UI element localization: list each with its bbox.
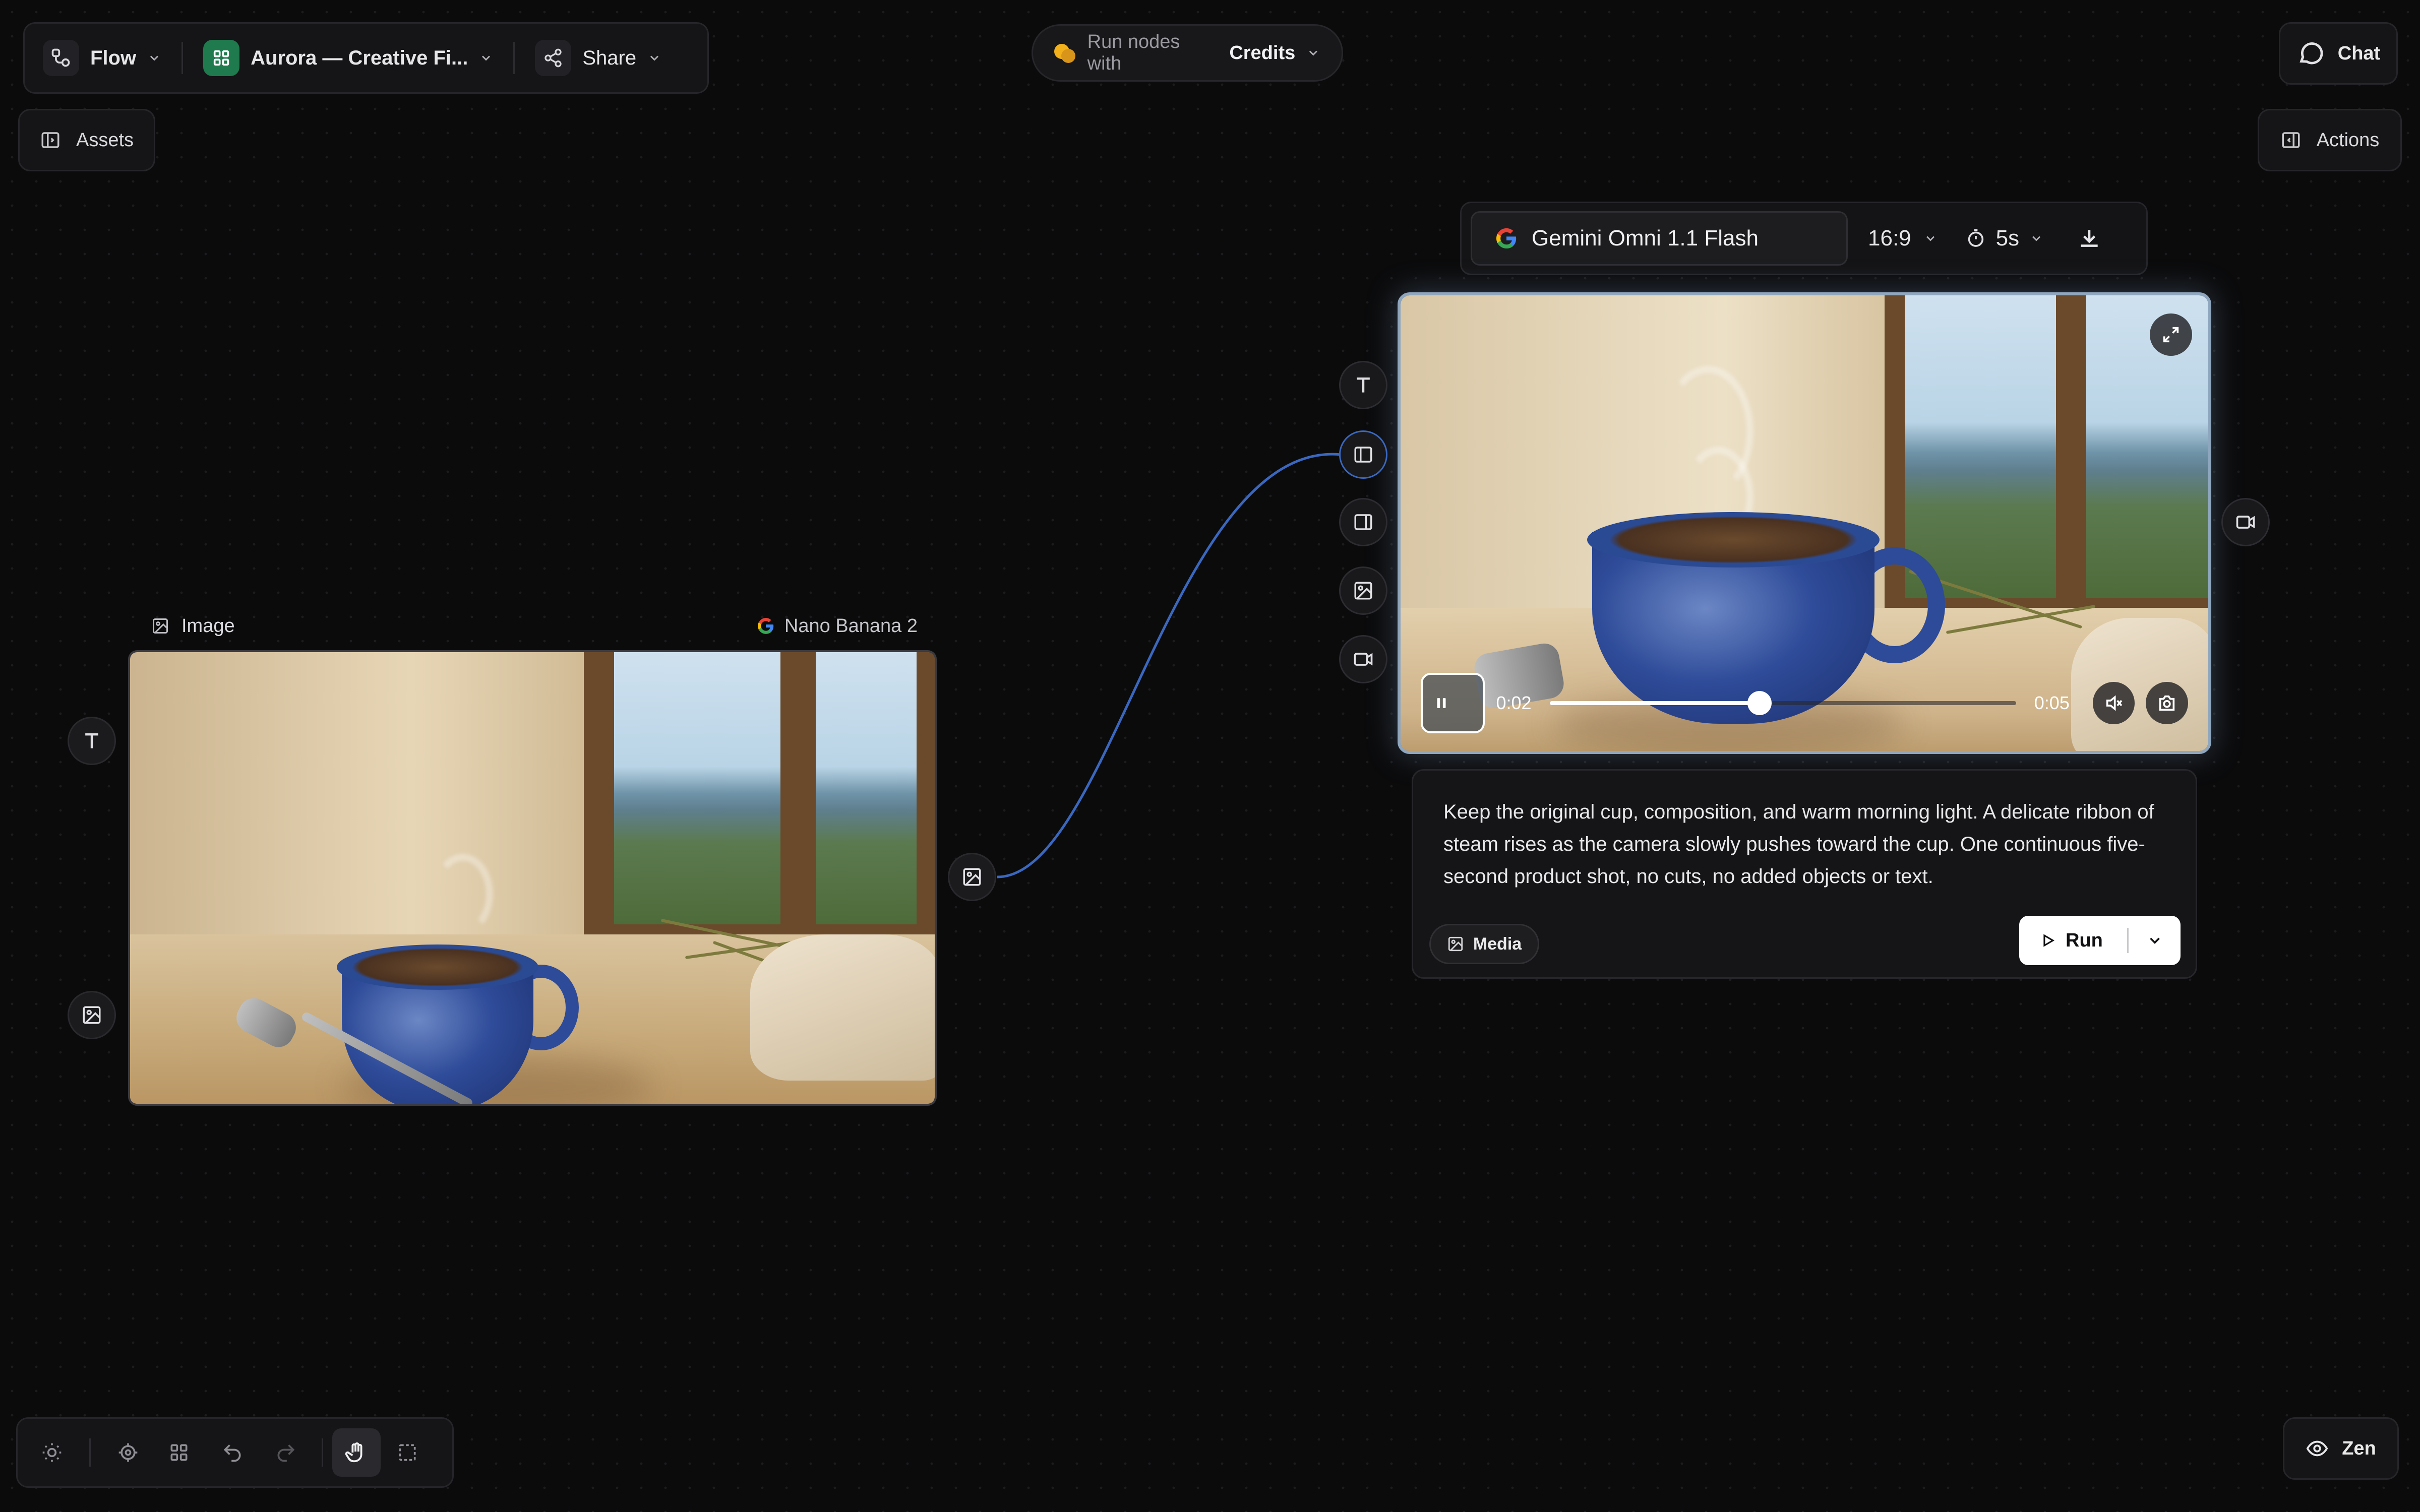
pause-icon	[1437, 698, 1446, 708]
grid-icon	[170, 1444, 188, 1461]
first-frame-port[interactable]	[1339, 430, 1387, 479]
run-button[interactable]: Run	[2019, 930, 2127, 952]
grid-view-button[interactable]	[152, 1428, 206, 1477]
download-icon	[2081, 230, 2098, 247]
model-name: Gemini Omni 1.1 Flash	[1532, 226, 1759, 250]
canvas-toolbar	[16, 1417, 454, 1488]
run-label: Run	[2066, 929, 2103, 951]
image-node-model: Nano Banana 2	[784, 615, 918, 637]
image-icon	[1354, 582, 1372, 600]
undo-button[interactable]	[206, 1428, 259, 1477]
last-frame-port[interactable]	[1339, 498, 1387, 546]
chevron-down-icon	[2149, 937, 2160, 944]
media-label: Media	[1473, 934, 1522, 954]
zen-label: Zen	[2342, 1437, 2376, 1459]
chevron-down-icon	[2032, 236, 2041, 241]
google-logo-icon	[1496, 228, 1517, 249]
last-frame-icon	[1354, 514, 1372, 530]
marquee-select-icon	[399, 1444, 416, 1461]
video-progress-thumb[interactable]	[1747, 691, 1772, 715]
run-options-button[interactable]	[2129, 932, 2181, 949]
locate-button[interactable]	[104, 1428, 152, 1477]
play-icon	[2043, 934, 2055, 947]
image-icon	[153, 618, 168, 634]
chevron-down-icon	[1926, 236, 1934, 241]
image-icon	[1448, 936, 1463, 952]
model-selector[interactable]: Gemini Omni 1.1 Flash	[1471, 211, 1848, 266]
video-input-port[interactable]	[1339, 635, 1387, 683]
duration-value: 5s	[1995, 226, 2020, 250]
text-input-port[interactable]	[68, 717, 116, 765]
video-node-frame: 0:02 0:05	[1398, 292, 2211, 754]
camera-icon	[2159, 695, 2175, 711]
image-output-port[interactable]	[948, 853, 996, 901]
redo-button[interactable]	[259, 1428, 313, 1477]
media-button[interactable]: Media	[1429, 924, 1539, 964]
video-output-port[interactable]	[2221, 498, 2270, 546]
text-icon	[1357, 377, 1370, 393]
expand-button[interactable]	[2150, 313, 2192, 356]
video-camera-icon	[1354, 653, 1373, 666]
video-node-toolbar: Gemini Omni 1.1 Flash 16:9 5s	[1460, 202, 2148, 275]
google-logo-icon	[758, 618, 774, 634]
video-progress-fill	[1549, 701, 1760, 705]
aspect-ratio-value: 16:9	[1868, 226, 1911, 250]
eye-icon	[2306, 1440, 2328, 1457]
first-frame-icon	[1354, 447, 1372, 463]
hand-tool-button[interactable]	[332, 1428, 381, 1477]
image-input-port[interactable]	[68, 991, 116, 1039]
total-time: 0:05	[2034, 692, 2070, 713]
text-input-port[interactable]	[1339, 361, 1387, 409]
play-pause-button[interactable]	[1421, 673, 1485, 733]
timer-icon	[1968, 229, 1983, 247]
zen-mode-button[interactable]: Zen	[2283, 1417, 2399, 1480]
image-input-port[interactable]	[1339, 566, 1387, 615]
text-icon	[85, 733, 98, 748]
image-node-header: Image Nano Banana 2	[151, 614, 918, 638]
select-tool-button[interactable]	[381, 1428, 434, 1477]
expand-icon	[2163, 327, 2179, 343]
hand-icon	[345, 1442, 362, 1463]
redo-icon	[277, 1444, 295, 1462]
image-icon	[83, 1006, 101, 1024]
video-camera-icon	[2236, 516, 2255, 529]
image-node-title: Image	[182, 615, 235, 637]
snapshot-button[interactable]	[2146, 682, 2188, 724]
mute-button[interactable]	[2092, 682, 2135, 724]
theme-toggle-button[interactable]	[28, 1428, 76, 1477]
run-button-group: Run	[2019, 916, 2181, 965]
undo-icon	[223, 1444, 241, 1462]
crosshair-icon	[118, 1443, 138, 1462]
video-controls: 0:02 0:05	[1421, 673, 2188, 733]
video-progress-track[interactable]	[1549, 691, 2016, 715]
duration-selector[interactable]: 5s	[1966, 226, 2043, 251]
prompt-card: Keep the original cup, composition, and …	[1412, 769, 2197, 979]
download-button[interactable]	[2077, 226, 2102, 251]
image-icon	[963, 868, 981, 886]
sun-icon	[42, 1443, 62, 1462]
current-time: 0:02	[1496, 692, 1532, 713]
aspect-ratio-selector[interactable]: 16:9	[1868, 226, 1938, 251]
image-node-preview[interactable]	[128, 650, 937, 1106]
toolbar-divider	[89, 1438, 91, 1467]
prompt-text[interactable]: Keep the original cup, composition, and …	[1443, 796, 2169, 893]
toolbar-divider	[322, 1438, 323, 1467]
volume-muted-icon	[2106, 695, 2123, 711]
